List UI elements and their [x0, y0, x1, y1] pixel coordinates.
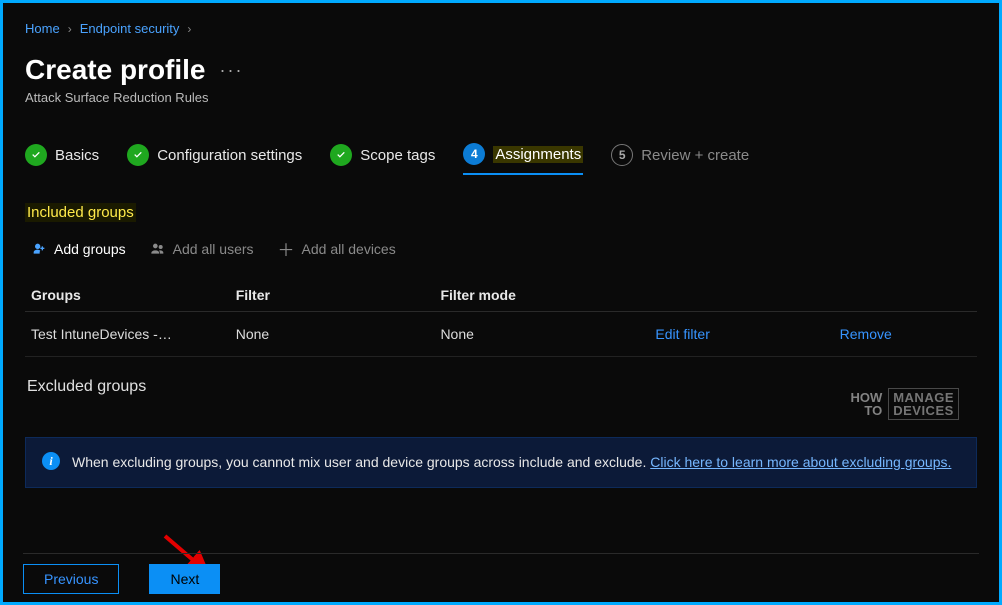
page-subtitle: Attack Surface Reduction Rules: [25, 90, 977, 105]
watermark-text: DEVICES: [893, 404, 954, 417]
breadcrumb: Home › Endpoint security ›: [25, 21, 977, 36]
table-row: Test IntuneDevices -… None None Edit fil…: [25, 312, 977, 357]
add-person-icon: [31, 241, 47, 257]
step-number-icon: 5: [611, 144, 633, 166]
more-actions-button[interactable]: ···: [220, 60, 244, 81]
watermark-text: TO: [850, 404, 882, 417]
breadcrumb-home[interactable]: Home: [25, 21, 60, 36]
step-configuration-settings[interactable]: Configuration settings: [127, 144, 302, 174]
action-label: Add all users: [173, 241, 254, 257]
included-groups-heading: Included groups: [25, 203, 136, 222]
included-groups-table: Groups Filter Filter mode Test IntuneDev…: [25, 279, 977, 357]
cell-group-name: Test IntuneDevices -…: [25, 312, 230, 357]
step-label: Assignments: [493, 146, 583, 163]
table-header-row: Groups Filter Filter mode: [25, 279, 977, 312]
cell-filter-mode: None: [434, 312, 649, 357]
action-label: Add all devices: [302, 241, 396, 257]
add-all-users-button[interactable]: Add all users: [150, 241, 254, 257]
action-label: Add groups: [54, 241, 126, 257]
step-label: Scope tags: [360, 147, 435, 164]
plus-icon: ＋: [278, 236, 295, 261]
remove-link[interactable]: Remove: [834, 312, 977, 357]
page-title: Create profile: [25, 54, 206, 86]
step-review-create[interactable]: 5 Review + create: [611, 144, 749, 174]
next-button[interactable]: Next: [149, 564, 220, 594]
check-icon: [127, 144, 149, 166]
step-number-icon: 4: [463, 143, 485, 165]
cell-filter: None: [230, 312, 435, 357]
col-header-groups: Groups: [25, 279, 230, 312]
chevron-right-icon: ›: [68, 22, 72, 36]
step-label: Basics: [55, 147, 99, 164]
col-header-filter-mode: Filter mode: [434, 279, 649, 312]
info-banner: i When excluding groups, you cannot mix …: [25, 437, 977, 488]
step-basics[interactable]: Basics: [25, 144, 99, 174]
excluded-groups-heading: Excluded groups: [25, 377, 148, 397]
info-text: When excluding groups, you cannot mix us…: [72, 452, 951, 473]
add-all-devices-button[interactable]: ＋ Add all devices: [278, 236, 396, 261]
step-scope-tags[interactable]: Scope tags: [330, 144, 435, 174]
info-icon: i: [42, 452, 60, 470]
step-label: Configuration settings: [157, 147, 302, 164]
breadcrumb-endpoint-security[interactable]: Endpoint security: [80, 21, 180, 36]
check-icon: [25, 144, 47, 166]
step-assignments[interactable]: 4 Assignments: [463, 143, 583, 175]
col-header-filter: Filter: [230, 279, 435, 312]
previous-button[interactable]: Previous: [23, 564, 119, 594]
users-icon: [150, 241, 166, 257]
edit-filter-link[interactable]: Edit filter: [649, 312, 833, 357]
check-icon: [330, 144, 352, 166]
wizard-footer: Previous Next: [23, 553, 979, 594]
step-label: Review + create: [641, 147, 749, 164]
wizard-steps: Basics Configuration settings Scope tags…: [25, 143, 977, 175]
watermark: HOW TO MANAGE DEVICES: [850, 388, 959, 420]
chevron-right-icon: ›: [187, 22, 191, 36]
groups-action-bar: Add groups Add all users ＋ Add all devic…: [31, 236, 977, 261]
add-groups-button[interactable]: Add groups: [31, 241, 126, 257]
info-learn-more-link[interactable]: Click here to learn more about excluding…: [650, 454, 951, 470]
